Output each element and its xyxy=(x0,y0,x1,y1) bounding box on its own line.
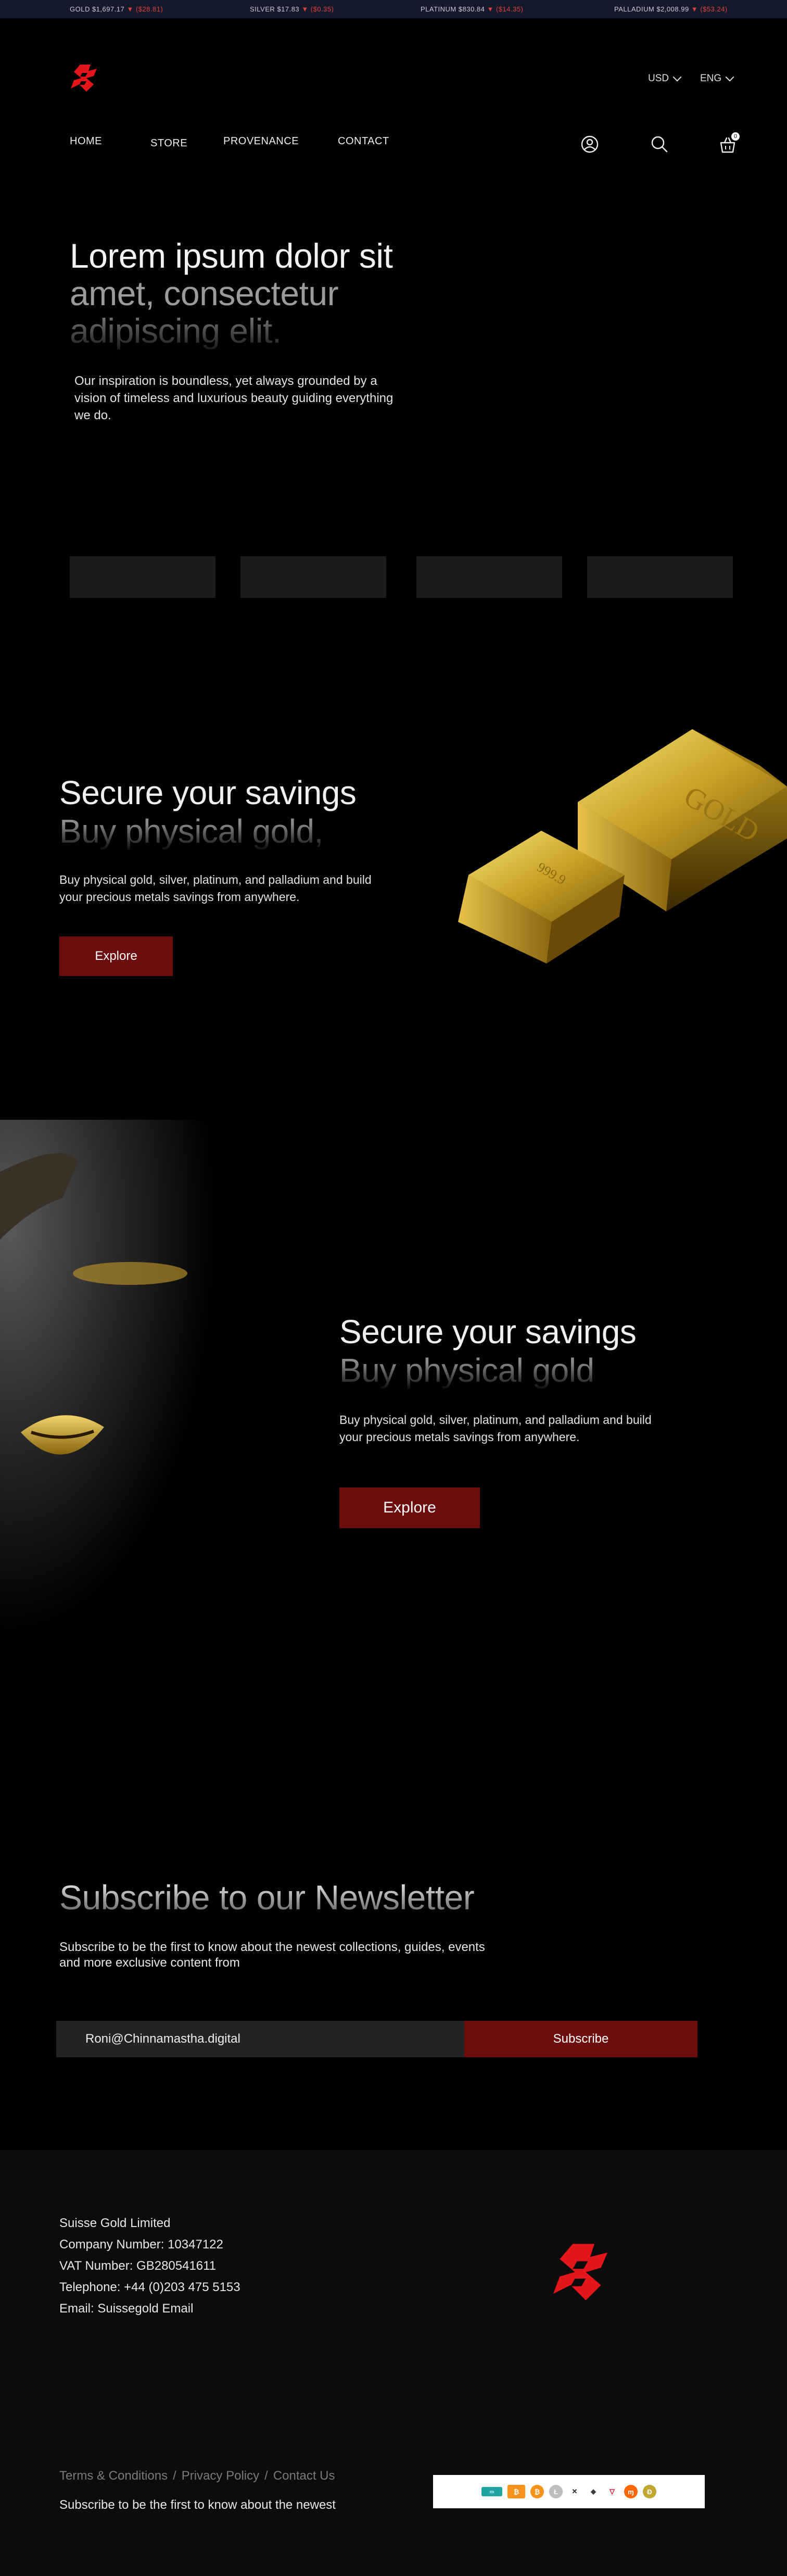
vat-number: VAT Number: GB280541611 xyxy=(59,2259,217,2273)
nav-store[interactable]: STORE xyxy=(150,137,187,149)
link-separator: / xyxy=(264,2469,268,2483)
down-arrow-icon: ▼ xyxy=(126,5,134,13)
tron-icon: ▽ xyxy=(605,2485,619,2498)
link-separator: / xyxy=(173,2469,176,2483)
litecoin-icon: Ł xyxy=(549,2485,563,2498)
chevron-down-icon xyxy=(672,72,682,82)
ticker-change: ($28.81) xyxy=(135,5,163,13)
nav-home[interactable]: HOME xyxy=(70,135,102,147)
terms-link[interactable]: Terms & Conditions xyxy=(59,2469,168,2483)
company-name: Suisse Gold Limited xyxy=(59,2216,171,2230)
model-title-line1: Secure your savings xyxy=(339,1313,637,1350)
bitcoin-icon: ₿ xyxy=(507,2485,525,2498)
gold-title-line2: Buy physical gold, xyxy=(59,812,356,851)
ethereum-icon: ◆ xyxy=(587,2485,600,2498)
hero-title-line1: Lorem ipsum dolor sit xyxy=(70,236,393,275)
explore-button[interactable]: Explore xyxy=(339,1487,480,1528)
contact-link[interactable]: Contact Us xyxy=(273,2469,335,2483)
email-input[interactable] xyxy=(56,2021,464,2057)
down-arrow-icon: ▼ xyxy=(691,5,699,13)
ticker-change: ($0.35) xyxy=(310,5,334,13)
ticker-label: PALLADIUM $2,008.99 xyxy=(614,5,689,13)
footer-brand-logo[interactable] xyxy=(547,2240,614,2305)
down-arrow-icon: ▼ xyxy=(301,5,309,13)
ticker-label: SILVER $17.83 xyxy=(250,5,300,13)
chevron-down-icon xyxy=(725,72,734,82)
ticker-change: ($14.35) xyxy=(496,5,524,13)
language-value: ENG xyxy=(700,73,722,84)
gold-lips-model-image xyxy=(0,1120,250,1667)
telephone: Telephone: +44 (0)203 475 5153 xyxy=(59,2280,240,2294)
hero-card[interactable] xyxy=(587,556,733,598)
footer-links: Terms & Conditions / Privacy Policy / Co… xyxy=(59,2469,335,2483)
ticker-label: PLATINUM $830.84 xyxy=(421,5,485,13)
payment-methods: ▭ ₿ ₿ Ł ✕ ◆ ▽ ɱ Ð xyxy=(433,2475,705,2508)
newsletter-description: Subscribe to be the first to know about … xyxy=(59,1940,485,1970)
model-title-line2: Buy physical gold xyxy=(339,1351,636,1390)
price-ticker: GOLD $1,697.17 ▼ ($28.81) SILVER $17.83 … xyxy=(0,0,787,18)
email: Email: Suissegold Email xyxy=(59,2302,194,2316)
ticker-gold: GOLD $1,697.17 ▼ ($28.81) xyxy=(70,5,163,13)
bitcoin-cash-icon: ₿ xyxy=(530,2485,544,2498)
cart-count-badge: 0 xyxy=(731,132,740,141)
model-section-description: Buy physical gold, silver, platinum, and… xyxy=(339,1413,652,1444)
language-selector[interactable]: ENG xyxy=(700,72,734,84)
hero-title-line2: amet, consectetur xyxy=(70,274,339,312)
monero-icon: ɱ xyxy=(624,2485,638,2498)
ticker-change: ($53.24) xyxy=(700,5,728,13)
newsletter-title: Subscribe to our Newsletter xyxy=(59,1878,475,1917)
ticker-platinum: PLATINUM $830.84 ▼ ($14.35) xyxy=(421,5,523,13)
hero-description: Our inspiration is boundless, yet always… xyxy=(74,374,394,422)
hero-card[interactable] xyxy=(240,556,386,598)
ticker-label: GOLD $1,697.17 xyxy=(70,5,125,13)
hero-title-line3: adipiscing elit. xyxy=(70,312,465,349)
subscribe-button[interactable]: Subscribe xyxy=(464,2021,697,2057)
nav-contact[interactable]: CONTACT xyxy=(338,135,389,147)
search-icon[interactable] xyxy=(650,134,669,154)
nav-provenance[interactable]: PROVENANCE xyxy=(223,135,299,147)
model-section-title: Secure your savings Buy physical gold xyxy=(339,1312,637,1390)
gold-section-title: Secure your savings Buy physical gold, xyxy=(59,773,357,851)
gold-bars-image: GOLD 999.9 xyxy=(458,729,787,964)
dogecoin-icon: Ð xyxy=(643,2485,656,2498)
hero-title: Lorem ipsum dolor sit amet, consectetur … xyxy=(70,237,465,349)
privacy-link[interactable]: Privacy Policy xyxy=(182,2469,259,2483)
bank-transfer-icon: ▭ xyxy=(481,2487,502,2496)
company-info: Suisse Gold Limited Company Number: 1034… xyxy=(59,2212,240,2319)
currency-selector[interactable]: USD xyxy=(648,72,682,84)
company-number: Company Number: 10347122 xyxy=(59,2237,223,2252)
currency-value: USD xyxy=(648,73,669,84)
hero-card[interactable] xyxy=(70,556,215,598)
brand-logo[interactable] xyxy=(70,62,98,94)
ticker-silver: SILVER $17.83 ▼ ($0.35) xyxy=(250,5,334,13)
explore-button[interactable]: Explore xyxy=(59,936,173,976)
hero-card[interactable] xyxy=(416,556,562,598)
gold-section-description: Buy physical gold, silver, platinum, and… xyxy=(59,873,372,904)
footer-subscribe-text: Subscribe to be the first to know about … xyxy=(59,2498,336,2512)
down-arrow-icon: ▼ xyxy=(487,5,494,13)
cart-button[interactable]: 0 xyxy=(718,132,742,156)
ripple-icon: ✕ xyxy=(568,2485,581,2498)
account-icon[interactable] xyxy=(580,134,600,154)
ticker-palladium: PALLADIUM $2,008.99 ▼ ($53.24) xyxy=(614,5,728,13)
gold-title-line1: Secure your savings xyxy=(59,774,357,811)
